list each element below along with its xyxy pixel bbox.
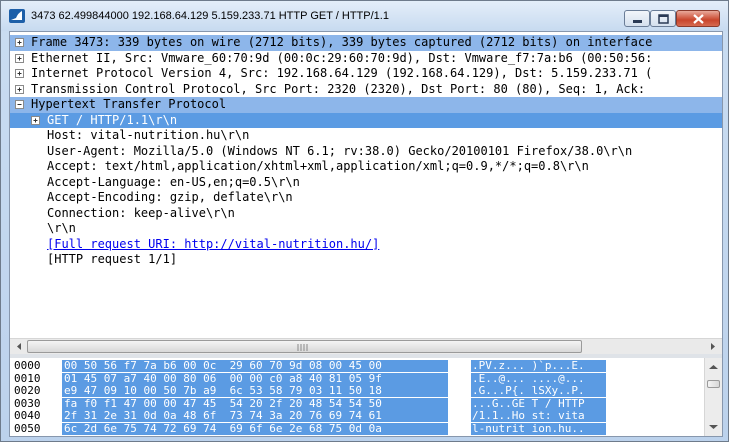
tree-row-label: Ethernet II, Src: Vmware_60:70:9d (00:0c…: [31, 50, 653, 65]
tree-row-label: [Full request URI: http://vital-nutritio…: [47, 236, 380, 251]
bytes-row[interactable]: 0040 2f 31 2e 31 0d 0a 48 6f 73 74 3a 20 …: [10, 410, 704, 422]
hex-bytes[interactable]: 00 50 56 f7 7a b6 00 0c 29 60 70 9d 08 0…: [62, 360, 448, 372]
collapse-icon[interactable]: [15, 100, 24, 109]
tree-row[interactable]: Hypertext Transfer Protocol: [10, 97, 722, 113]
byte-offset: 0040: [14, 409, 41, 422]
window-title: 3473 62.499844000 192.168.64.129 5.159.2…: [31, 10, 389, 22]
ascii-bytes[interactable]: /1.1..Ho st: vita: [471, 410, 606, 422]
tree-row[interactable]: GET / HTTP/1.1\r\n: [10, 112, 722, 128]
tree-row[interactable]: Connection: keep-alive\r\n: [10, 206, 722, 222]
vertical-scroll-thumb[interactable]: [707, 380, 720, 388]
bytes-row[interactable]: 0010 01 45 07 a7 40 00 80 06 00 00 c0 a8 …: [10, 371, 704, 385]
expand-icon[interactable]: [15, 69, 24, 78]
title-bar[interactable]: 3473 62.499844000 192.168.64.129 5.159.2…: [1, 1, 728, 31]
tree-row[interactable]: Host: vital-nutrition.hu\r\n: [10, 128, 722, 144]
byte-offset: 0050: [14, 421, 41, 435]
tree-row-label: Hypertext Transfer Protocol: [31, 97, 227, 111]
tree-row[interactable]: [HTTP request 1/1]: [10, 252, 722, 268]
tree-row-label: Accept: text/html,application/xhtml+xml,…: [47, 159, 589, 173]
close-icon: [693, 14, 704, 24]
packet-tree[interactable]: Frame 3473: 339 bytes on wire (2712 bits…: [10, 32, 722, 338]
tree-row[interactable]: \r\n: [10, 221, 722, 237]
tree-row-label: Host: vital-nutrition.hu\r\n: [47, 128, 250, 142]
scroll-up-icon[interactable]: [705, 360, 722, 374]
bytes-row[interactable]: 0020 e9 47 09 10 00 50 7b a9 6c 53 58 79 …: [10, 385, 704, 397]
horizontal-scroll-thumb[interactable]: [27, 340, 582, 353]
tree-row[interactable]: Transmission Control Protocol, Src Port:…: [10, 82, 722, 98]
minimize-button[interactable]: [624, 10, 650, 27]
scroll-down-icon[interactable]: [705, 420, 722, 434]
expand-icon[interactable]: [31, 115, 40, 125]
tree-row[interactable]: Accept: text/html,application/xhtml+xml,…: [10, 159, 722, 175]
tree-row[interactable]: Internet Protocol Version 4, Src: 192.16…: [10, 66, 722, 82]
tree-row-label: User-Agent: Mozilla/5.0 (Windows NT 6.1;…: [47, 143, 633, 158]
bytes-row[interactable]: 0030 fa f0 f1 47 00 00 47 45 54 20 2f 20 …: [10, 396, 704, 410]
scroll-left-icon[interactable]: [11, 339, 27, 354]
tree-row-label: [HTTP request 1/1]: [47, 252, 178, 266]
tree-row[interactable]: Frame 3473: 339 bytes on wire (2712 bits…: [10, 35, 722, 51]
packet-bytes-pane[interactable]: 0000 00 50 56 f7 7a b6 00 0c 29 60 70 9d …: [10, 358, 704, 436]
maximize-button[interactable]: [650, 10, 676, 27]
ascii-bytes[interactable]: ...G..GE T / HTTP: [471, 397, 606, 410]
vertical-scrollbar[interactable]: [704, 358, 722, 436]
client-area: Frame 3473: 339 bytes on wire (2712 bits…: [9, 31, 723, 437]
close-button[interactable]: [676, 10, 720, 27]
byte-offset: 0000: [14, 359, 41, 372]
minimize-icon: [633, 20, 642, 23]
hex-bytes[interactable]: fa f0 f1 47 00 00 47 45 54 20 2f 20 48 5…: [62, 397, 448, 410]
tree-row-label: \r\n: [47, 221, 76, 235]
byte-offset: 0020: [14, 384, 41, 397]
tree-row[interactable]: User-Agent: Mozilla/5.0 (Windows NT 6.1;…: [10, 144, 722, 160]
tree-row-label: Transmission Control Protocol, Src Port:…: [31, 81, 646, 96]
byte-offset: 0010: [14, 371, 41, 385]
tree-row-label: Internet Protocol Version 4, Src: 192.16…: [31, 66, 653, 80]
packet-details-window: 3473 62.499844000 192.168.64.129 5.159.2…: [0, 0, 729, 442]
ascii-bytes[interactable]: .PV.z... )`p...E.: [471, 360, 606, 372]
tree-row-label: Accept-Encoding: gzip, deflate\r\n: [47, 190, 293, 204]
tree-row[interactable]: Accept-Language: en-US,en;q=0.5\r\n: [10, 175, 722, 191]
tree-row[interactable]: Accept-Encoding: gzip, deflate\r\n: [10, 190, 722, 206]
tree-row-label: Frame 3473: 339 bytes on wire (2712 bits…: [31, 35, 653, 49]
expand-icon[interactable]: [15, 84, 24, 94]
tree-row-label: Connection: keep-alive\r\n: [47, 205, 235, 220]
hex-bytes[interactable]: e9 47 09 10 00 50 7b a9 6c 53 58 79 03 1…: [62, 385, 448, 397]
wireshark-fin-icon: [9, 9, 25, 23]
bytes-row[interactable]: 0050 6c 2d 6e 75 74 72 69 74 69 6f 6e 2e …: [10, 421, 704, 435]
ascii-bytes[interactable]: .G...P{. lSXy..P.: [471, 385, 606, 397]
grip-icon: [297, 344, 308, 351]
tree-row-label: GET / HTTP/1.1\r\n: [47, 112, 178, 127]
expand-icon[interactable]: [15, 38, 24, 47]
hex-bytes[interactable]: 01 45 07 a7 40 00 80 06 00 00 c0 a8 40 8…: [62, 372, 448, 385]
maximize-icon: [658, 14, 669, 24]
ascii-bytes[interactable]: l-nutrit ion.hu..: [471, 422, 606, 435]
tree-link-row[interactable]: [Full request URI: http://vital-nutritio…: [10, 237, 722, 253]
byte-offset: 0030: [14, 396, 41, 410]
ascii-bytes[interactable]: .E..@... ....@...: [471, 372, 606, 385]
hex-bytes[interactable]: 2f 31 2e 31 0d 0a 48 6f 73 74 3a 20 76 6…: [62, 410, 448, 422]
bytes-row[interactable]: 0000 00 50 56 f7 7a b6 00 0c 29 60 70 9d …: [10, 360, 704, 372]
hex-bytes[interactable]: 6c 2d 6e 75 74 72 69 74 69 6f 6e 2e 68 7…: [62, 422, 448, 435]
tree-row-label: Accept-Language: en-US,en;q=0.5\r\n: [47, 174, 300, 189]
tree-row[interactable]: Ethernet II, Src: Vmware_60:70:9d (00:0c…: [10, 51, 722, 67]
expand-icon[interactable]: [15, 53, 24, 63]
horizontal-scrollbar[interactable]: [10, 338, 722, 354]
scroll-right-icon[interactable]: [705, 339, 721, 354]
